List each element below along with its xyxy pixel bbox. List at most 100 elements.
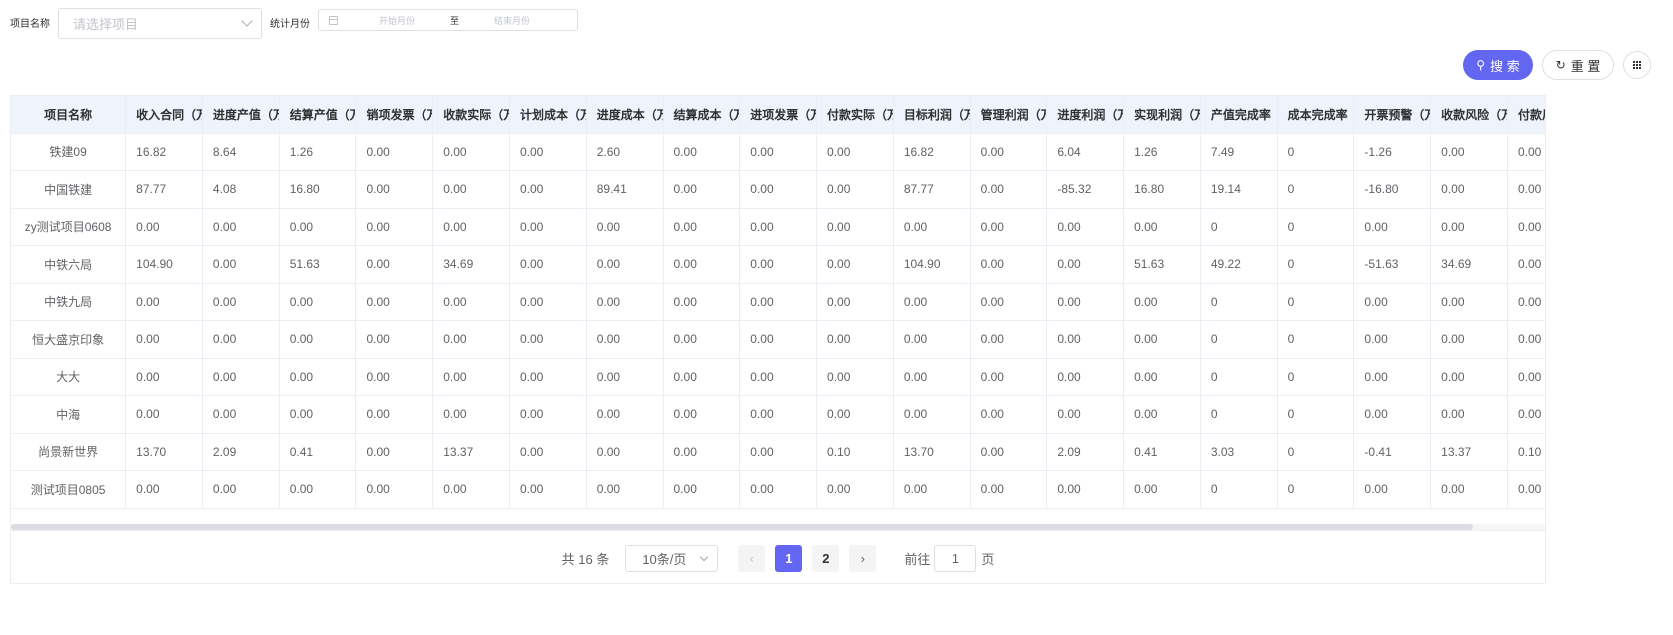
table-row[interactable]: 中铁六局 104.90 0.00 51.63 0.00 34.69 0.00 0.00 0.00… <box>11 245 1545 284</box>
table-cell: 0.00 <box>970 358 1048 396</box>
table-cell: 0.00 <box>739 470 818 509</box>
table-row[interactable]: 中海 0.00 0.00 0.00 0.00 0.00 0.00 0.00 0.00 0.00 0.… <box>11 395 1545 434</box>
table-cell: 0.00 <box>509 433 587 471</box>
table-cell: 0.00 <box>739 133 818 171</box>
table-cell: 0.00 <box>1353 470 1432 509</box>
column-header[interactable]: 收款实际（万 <box>432 96 510 134</box>
table-cell: 0.00 <box>432 283 510 321</box>
table-cell: 0.00 <box>355 470 434 509</box>
goto-suffix: 页 <box>981 551 995 567</box>
table-cell: 0 <box>1277 358 1355 396</box>
column-header[interactable]: 成本完成率（ <box>1277 96 1355 134</box>
table-cell: 0.00 <box>1507 208 1545 246</box>
table-cell: 0.00 <box>125 358 203 396</box>
table-cell: 0 <box>1277 433 1355 471</box>
table-cell: 0.00 <box>1507 170 1545 209</box>
reset-button[interactable]: ↻ 重 置 <box>1542 50 1614 80</box>
table-cell: 0.00 <box>970 208 1048 246</box>
table-cell: 0.00 <box>1507 395 1545 434</box>
search-button[interactable]: ⚲ 搜 索 <box>1463 50 1533 80</box>
table-row[interactable]: 中国铁建 87.77 4.08 16.80 0.00 0.00 0.00 89.41 0.00 0… <box>11 170 1545 209</box>
table-cell: 2.09 <box>1046 433 1125 471</box>
table-cell: 0.00 <box>1353 320 1432 359</box>
column-header[interactable]: 结算成本（万 <box>663 96 741 134</box>
column-header[interactable]: 收入合同（万 <box>125 96 203 134</box>
table-cell: 0.00 <box>970 470 1048 509</box>
column-header[interactable]: 实现利润（万 <box>1123 96 1201 134</box>
column-header[interactable]: 收款风险（万 <box>1430 96 1508 134</box>
column-header[interactable]: 进度利润（万 <box>1046 96 1125 134</box>
table-cell: 0.00 <box>279 320 357 359</box>
table-cell: 0.00 <box>1046 395 1125 434</box>
table-cell: 0.00 <box>355 433 434 471</box>
project-name-cell: 中铁九局 <box>11 283 127 321</box>
table-cell: 0.00 <box>355 245 434 284</box>
table-row[interactable]: 测试项目0805 0.00 0.00 0.00 0.00 0.00 0.00 0.00 0.00… <box>11 470 1545 509</box>
column-header[interactable]: 付款实际（万 <box>816 96 894 134</box>
table-cell: 3.03 <box>1200 433 1278 471</box>
page-button-1[interactable]: 1 <box>775 544 803 572</box>
table-cell: 49.22 <box>1200 245 1278 284</box>
table-cell: 0.00 <box>1046 208 1125 246</box>
table-cell: 0.00 <box>202 245 280 284</box>
table-cell: 0 <box>1277 320 1355 359</box>
column-header[interactable]: 进度产值（万 <box>202 96 280 134</box>
column-header[interactable]: 付款风险（万 <box>1507 96 1545 134</box>
page-button-2[interactable]: 2 <box>812 544 840 572</box>
table-cell: 0 <box>1277 245 1355 284</box>
column-header[interactable]: 结算产值（万 <box>279 96 357 134</box>
table-row[interactable]: 中铁九局 0.00 0.00 0.00 0.00 0.00 0.00 0.00 0.00 0.00… <box>11 283 1545 321</box>
column-header[interactable]: 销项发票（万 <box>355 96 434 134</box>
table-row[interactable]: 大大 0.00 0.00 0.00 0.00 0.00 0.00 0.00 0.00 0.00 0.… <box>11 358 1545 396</box>
table-cell: 0.00 <box>1123 283 1201 321</box>
column-header[interactable]: 进项发票（万 <box>739 96 818 134</box>
column-header[interactable]: 进度成本（万 <box>586 96 664 134</box>
table-row[interactable]: 恒大盛京印象 0.00 0.00 0.00 0.00 0.00 0.00 0.00 0.00 0.… <box>11 320 1545 359</box>
column-header[interactable]: 计划成本（万 <box>509 96 587 134</box>
table-cell: 0.00 <box>663 470 741 509</box>
filter-bar: 项目名称 请选择项目 统计月份 开始月份 至 结束月份 <box>10 8 1663 42</box>
table-cell: 0.00 <box>432 170 510 209</box>
table-cell: 0.00 <box>1123 320 1201 359</box>
next-page-button[interactable]: › <box>849 544 877 572</box>
chevron-down-icon <box>700 552 709 561</box>
table-row[interactable]: zy测试项目0608 0.00 0.00 0.00 0.00 0.00 0.00 0.00 0.… <box>11 208 1545 246</box>
goto-page-input[interactable] <box>934 544 977 572</box>
project-name-cell: 铁建09 <box>11 133 127 171</box>
table-cell: 0.00 <box>739 208 818 246</box>
start-month-input[interactable]: 开始月份 <box>352 14 442 27</box>
column-settings-button[interactable] <box>1623 51 1651 79</box>
table-cell: 0.00 <box>816 395 894 434</box>
column-header[interactable]: 开票预警（万 <box>1353 96 1432 134</box>
table-row[interactable]: 尚景新世界 13.70 2.09 0.41 0.00 13.37 0.00 0.00 0.00 0… <box>11 433 1545 471</box>
table-cell: 51.63 <box>279 245 357 284</box>
project-select-placeholder: 请选择项目 <box>73 17 139 32</box>
table-cell: 0.00 <box>1353 283 1432 321</box>
column-header[interactable]: 目标利润（万 <box>893 96 971 134</box>
column-header[interactable]: 产值完成率（ <box>1200 96 1278 134</box>
project-name-cell: 大大 <box>11 358 127 396</box>
end-month-input[interactable]: 结束月份 <box>467 14 557 27</box>
table-cell: 0.00 <box>970 133 1048 171</box>
table-row[interactable]: 铁建09 16.82 8.64 1.26 0.00 0.00 0.00 2.60 0.00 0.0… <box>11 133 1545 171</box>
column-header[interactable]: 项目名称 <box>11 96 127 134</box>
page-size-select[interactable]: 10条/页 <box>625 544 719 572</box>
chevron-down-icon <box>241 15 253 27</box>
pagination: 共 16 条 10条/页 ‹ 1 2 › 前往 页 <box>11 530 1545 583</box>
month-range-picker[interactable]: 开始月份 至 结束月份 <box>318 9 578 31</box>
table-cell: 0.00 <box>125 283 203 321</box>
project-select[interactable]: 请选择项目 <box>58 8 262 39</box>
table-cell: 16.80 <box>279 170 357 209</box>
table-cell: 0.00 <box>202 470 280 509</box>
prev-page-button[interactable]: ‹ <box>738 544 766 572</box>
table-cell: 0.00 <box>663 133 741 171</box>
column-header[interactable]: 管理利润（万 <box>970 96 1048 134</box>
table-cell: 0 <box>1277 133 1355 171</box>
table-cell: 0.00 <box>586 358 664 396</box>
table-cell: 1.26 <box>279 133 357 171</box>
table-cell: 0.10 <box>816 433 894 471</box>
table-cell: 0.00 <box>816 320 894 359</box>
table-cell: 0.00 <box>1123 208 1201 246</box>
table-cell: 0.00 <box>279 470 357 509</box>
table-cell: 0.00 <box>970 283 1048 321</box>
